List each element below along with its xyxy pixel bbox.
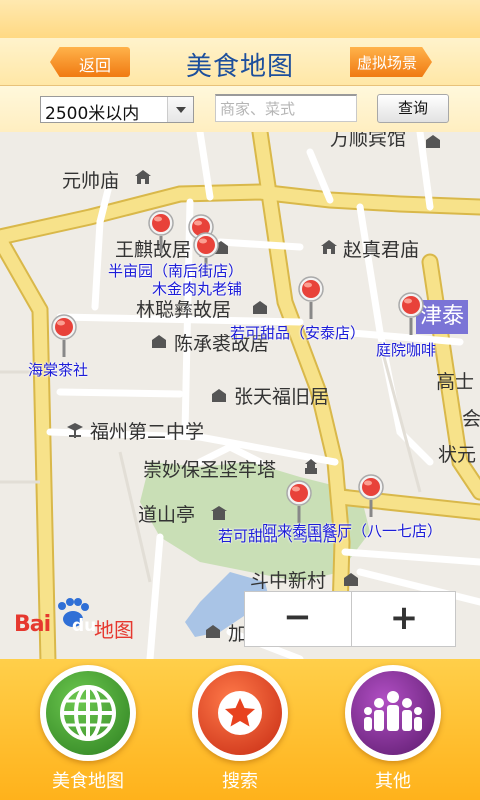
nav-icon-circle (40, 665, 136, 761)
baidu-map-logo: Bai du 地图 (14, 598, 144, 642)
pavilion-icon (211, 506, 227, 520)
map-place: 高士 (436, 371, 475, 393)
nav-label: 美食地图 (52, 771, 124, 792)
nav-label: 其他 (375, 771, 411, 792)
star-icon (198, 671, 282, 755)
restaurant-marker[interactable] (50, 314, 78, 358)
building-icon (206, 625, 220, 638)
map-place: 万顺宾馆 (330, 132, 407, 150)
temple-icon (135, 170, 151, 184)
restaurant-marker[interactable] (147, 210, 175, 254)
map-place: 斗中新村 (250, 570, 327, 592)
nav-search[interactable]: 搜索 (170, 659, 310, 800)
restaurant-marker[interactable] (397, 292, 425, 336)
distance-value: 2500米以内 (45, 104, 140, 124)
virtual-scene-button-label: 虚拟场景 (356, 54, 417, 72)
pagoda-icon (305, 459, 317, 474)
baidu-logo-cn: 地图 (94, 618, 134, 642)
distance-select[interactable]: 2500米以内 (40, 96, 194, 124)
map-place: 会 (462, 408, 480, 430)
building-icon (344, 573, 358, 586)
school-icon (67, 423, 83, 438)
restaurant-label[interactable]: 木金肉丸老铺 (152, 278, 242, 299)
building-icon (152, 335, 166, 348)
restaurant-label[interactable]: 阿来泰国餐厅（八一七店） (262, 520, 442, 541)
restaurant-label[interactable]: 庭院咖啡 (376, 339, 436, 360)
map-place: 林聪彝故居 (136, 299, 232, 321)
restaurant-marker[interactable] (285, 480, 313, 524)
map-place: 元帅庙 (62, 170, 120, 192)
building-icon (253, 301, 267, 314)
nav-label: 搜索 (222, 771, 258, 792)
nav-food-map[interactable]: 美食地图 (18, 659, 158, 800)
bottom-nav: 美食地图 搜索 其他 (0, 659, 480, 800)
restaurant-label[interactable]: 若可甜品（安泰店） (230, 322, 365, 343)
nav-other[interactable]: 其他 (323, 659, 463, 800)
map-place: 赵真君庙 (343, 239, 420, 261)
temple-icon (321, 240, 337, 254)
people-icon (351, 671, 435, 755)
map-place: 福州第二中学 (90, 421, 205, 443)
map-place: 状元 (438, 444, 477, 466)
zoom-control: − + (244, 591, 456, 647)
building-icon (212, 389, 226, 402)
restaurant-marker[interactable] (357, 474, 385, 518)
nav-icon-circle (345, 665, 441, 761)
header-bar: 返回 美食地图 虚拟场景 (0, 38, 480, 86)
zoom-in-button[interactable]: + (351, 592, 456, 646)
baidu-logo-text: Bai (14, 612, 51, 637)
baidu-logo-du: du (72, 616, 97, 636)
chevron-down-icon[interactable] (167, 97, 193, 122)
restaurant-label[interactable]: 海棠茶社 (28, 359, 88, 380)
query-button[interactable]: 查询 (377, 94, 449, 123)
status-bar (0, 0, 480, 38)
map-view[interactable]: 万顺宾馆 元帅庙 王麒故居 赵真君庙 林聪彝故居 陈承裘故居 张天福旧居 福州第… (0, 132, 480, 659)
zoom-out-button[interactable]: − (245, 592, 350, 646)
globe-icon (46, 671, 130, 755)
map-place: 崇妙保圣坚牢塔 (143, 459, 277, 481)
search-input[interactable] (215, 94, 357, 122)
nav-icon-circle (192, 665, 288, 761)
map-place: 道山亭 (138, 504, 196, 526)
restaurant-marker[interactable] (297, 276, 325, 320)
building-icon (426, 135, 440, 148)
virtual-scene-button[interactable]: 虚拟场景 (350, 47, 432, 77)
map-place: 张天福旧居 (234, 386, 330, 408)
